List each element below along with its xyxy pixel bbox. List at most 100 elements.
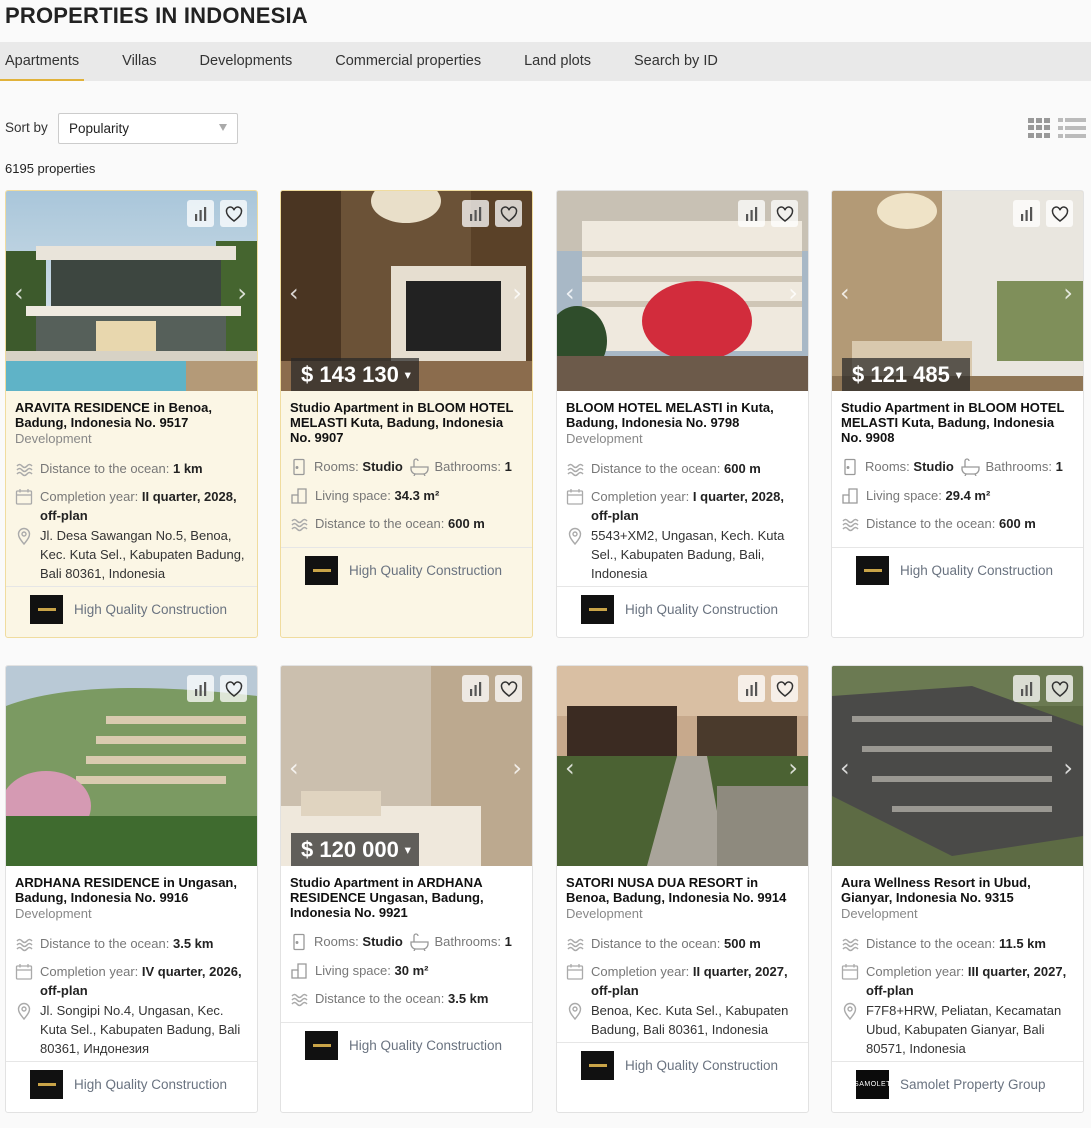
price-badge[interactable]: $ 143 130 ▾ <box>291 358 419 391</box>
developer-brand[interactable]: High Quality Construction <box>6 586 257 626</box>
chevron-left-icon[interactable]: ‹ <box>840 754 850 782</box>
listing-card[interactable]: ‹ › $ 121 485 ▾ Studio Apartment in BLOO… <box>831 190 1084 638</box>
listing-card[interactable]: ‹ › BLOOM HOTEL MELASTI in Kuta, Badung,… <box>556 190 809 638</box>
living-space-row: Living space: 34.3 m² <box>290 486 523 505</box>
developer-name[interactable]: High Quality Construction <box>625 1058 778 1073</box>
chevron-left-icon[interactable]: ‹ <box>565 279 575 307</box>
waves-icon <box>16 463 33 477</box>
listing-type: Development <box>15 431 92 446</box>
developer-name[interactable]: High Quality Construction <box>625 602 778 617</box>
listing-title[interactable]: Studio Apartment in BLOOM HOTEL MELASTI … <box>841 400 1074 445</box>
listing-title[interactable]: ARAVITA RESIDENCE in Benoa, Badung, Indo… <box>15 400 248 430</box>
chevron-right-icon[interactable]: › <box>512 754 522 782</box>
compare-button[interactable] <box>738 675 765 702</box>
developer-brand[interactable]: High Quality Construction <box>6 1061 257 1101</box>
bathtub-icon <box>961 458 981 476</box>
chevron-left-icon[interactable]: ‹ <box>289 279 299 307</box>
listing-type: Development <box>566 906 643 921</box>
developer-brand[interactable]: High Quality Construction <box>281 547 532 587</box>
heart-icon <box>500 205 517 222</box>
compare-button[interactable] <box>462 675 489 702</box>
compare-button[interactable] <box>1013 675 1040 702</box>
living-space-row: Living space: 29.4 m² <box>841 486 1074 505</box>
developer-brand[interactable]: High Quality Construction <box>832 547 1083 587</box>
listing-photo[interactable] <box>6 666 257 866</box>
distance-row: Distance to the ocean: 600 m <box>566 459 799 478</box>
listing-photo[interactable]: ‹ › <box>557 191 808 391</box>
grid-view-icon[interactable] <box>1028 118 1050 138</box>
chevron-right-icon[interactable]: › <box>1063 279 1073 307</box>
listing-card[interactable]: ‹ › $ 143 130 ▾ Studio Apartment in BLOO… <box>280 190 533 638</box>
developer-brand[interactable]: High Quality Construction <box>557 586 808 626</box>
chevron-left-icon[interactable]: ‹ <box>840 279 850 307</box>
chevron-left-icon[interactable]: ‹ <box>289 754 299 782</box>
waves-icon <box>842 518 859 532</box>
listing-title[interactable]: Aura Wellness Resort in Ubud, Gianyar, I… <box>841 875 1074 905</box>
listing-card[interactable]: ‹ › SATORI NUSA DUA RESORT in Benoa, Bad… <box>556 665 809 1113</box>
list-view-icon[interactable] <box>1058 118 1086 138</box>
favorite-button[interactable] <box>771 675 798 702</box>
chevron-right-icon[interactable]: › <box>1063 754 1073 782</box>
chevron-left-icon[interactable]: ‹ <box>14 279 24 307</box>
developer-name[interactable]: High Quality Construction <box>74 602 227 617</box>
bar-chart-icon <box>194 681 206 696</box>
listing-photo[interactable]: ‹ › <box>557 666 808 866</box>
sort-selected-value: Popularity <box>69 121 130 136</box>
developer-name[interactable]: Samolet Property Group <box>900 1077 1046 1092</box>
favorite-button[interactable] <box>1046 675 1073 702</box>
tab-land-plots[interactable]: Land plots <box>519 42 596 81</box>
listing-card[interactable]: ARDHANA RESIDENCE in Ungasan, Badung, In… <box>5 665 258 1113</box>
listing-title[interactable]: ARDHANA RESIDENCE in Ungasan, Badung, In… <box>15 875 248 905</box>
tab-apartments[interactable]: Apartments <box>0 42 85 81</box>
price-badge[interactable]: $ 120 000 ▾ <box>291 833 419 866</box>
listing-title[interactable]: BLOOM HOTEL MELASTI in Kuta, Badung, Ind… <box>566 400 799 430</box>
favorite-button[interactable] <box>1046 200 1073 227</box>
favorite-button[interactable] <box>220 675 247 702</box>
address-row: F7F8+HRW, Peliatan, Kecamatan Ubud, Kabu… <box>841 1001 1074 1058</box>
developer-logo <box>581 1051 614 1080</box>
chevron-right-icon[interactable]: › <box>788 279 798 307</box>
listing-card[interactable]: ‹ › ARAVITA RESIDENCE in Benoa, Badung, … <box>5 190 258 638</box>
favorite-button[interactable] <box>495 200 522 227</box>
compare-button[interactable] <box>187 200 214 227</box>
door-icon <box>293 458 305 476</box>
chevron-right-icon[interactable]: › <box>512 279 522 307</box>
listing-title[interactable]: Studio Apartment in BLOOM HOTEL MELASTI … <box>290 400 523 445</box>
sort-select[interactable]: Popularity <box>58 113 238 144</box>
tab-commercial-properties[interactable]: Commercial properties <box>330 42 486 81</box>
listing-card[interactable]: ‹ › Aura Wellness Resort in Ubud, Gianya… <box>831 665 1084 1113</box>
tab-developments[interactable]: Developments <box>195 42 298 81</box>
calendar-icon <box>566 488 584 505</box>
listing-photo[interactable]: ‹ › $ 121 485 ▾ <box>832 191 1083 391</box>
listing-photo[interactable]: ‹ › <box>6 191 257 391</box>
listing-photo[interactable]: ‹ › <box>832 666 1083 866</box>
compare-button[interactable] <box>462 200 489 227</box>
tab-villas[interactable]: Villas <box>117 42 161 81</box>
listing-title[interactable]: Studio Apartment in ARDHANA RESIDENCE Un… <box>290 875 523 920</box>
listing-photo[interactable]: ‹ › $ 120 000 ▾ <box>281 666 532 866</box>
tab-search-by-id[interactable]: Search by ID <box>629 42 723 81</box>
compare-button[interactable] <box>187 675 214 702</box>
developer-brand[interactable]: SAMOLET Samolet Property Group <box>832 1061 1083 1101</box>
listing-photo[interactable]: ‹ › $ 143 130 ▾ <box>281 191 532 391</box>
location-pin-icon <box>17 527 31 545</box>
waves-icon <box>16 938 33 952</box>
compare-button[interactable] <box>1013 200 1040 227</box>
listing-title[interactable]: SATORI NUSA DUA RESORT in Benoa, Badung,… <box>566 875 799 905</box>
developer-name[interactable]: High Quality Construction <box>349 563 502 578</box>
developer-brand[interactable]: High Quality Construction <box>281 1022 532 1062</box>
favorite-button[interactable] <box>771 200 798 227</box>
price-badge[interactable]: $ 121 485 ▾ <box>842 358 970 391</box>
compare-button[interactable] <box>738 200 765 227</box>
developer-name[interactable]: High Quality Construction <box>349 1038 502 1053</box>
listing-card[interactable]: ‹ › $ 120 000 ▾ Studio Apartment in ARDH… <box>280 665 533 1113</box>
chevron-left-icon[interactable]: ‹ <box>565 754 575 782</box>
developer-name[interactable]: High Quality Construction <box>900 563 1053 578</box>
sort-label: Sort by <box>5 120 48 135</box>
chevron-right-icon[interactable]: › <box>788 754 798 782</box>
developer-brand[interactable]: High Quality Construction <box>557 1042 808 1082</box>
developer-name[interactable]: High Quality Construction <box>74 1077 227 1092</box>
favorite-button[interactable] <box>495 675 522 702</box>
favorite-button[interactable] <box>220 200 247 227</box>
chevron-right-icon[interactable]: › <box>237 279 247 307</box>
